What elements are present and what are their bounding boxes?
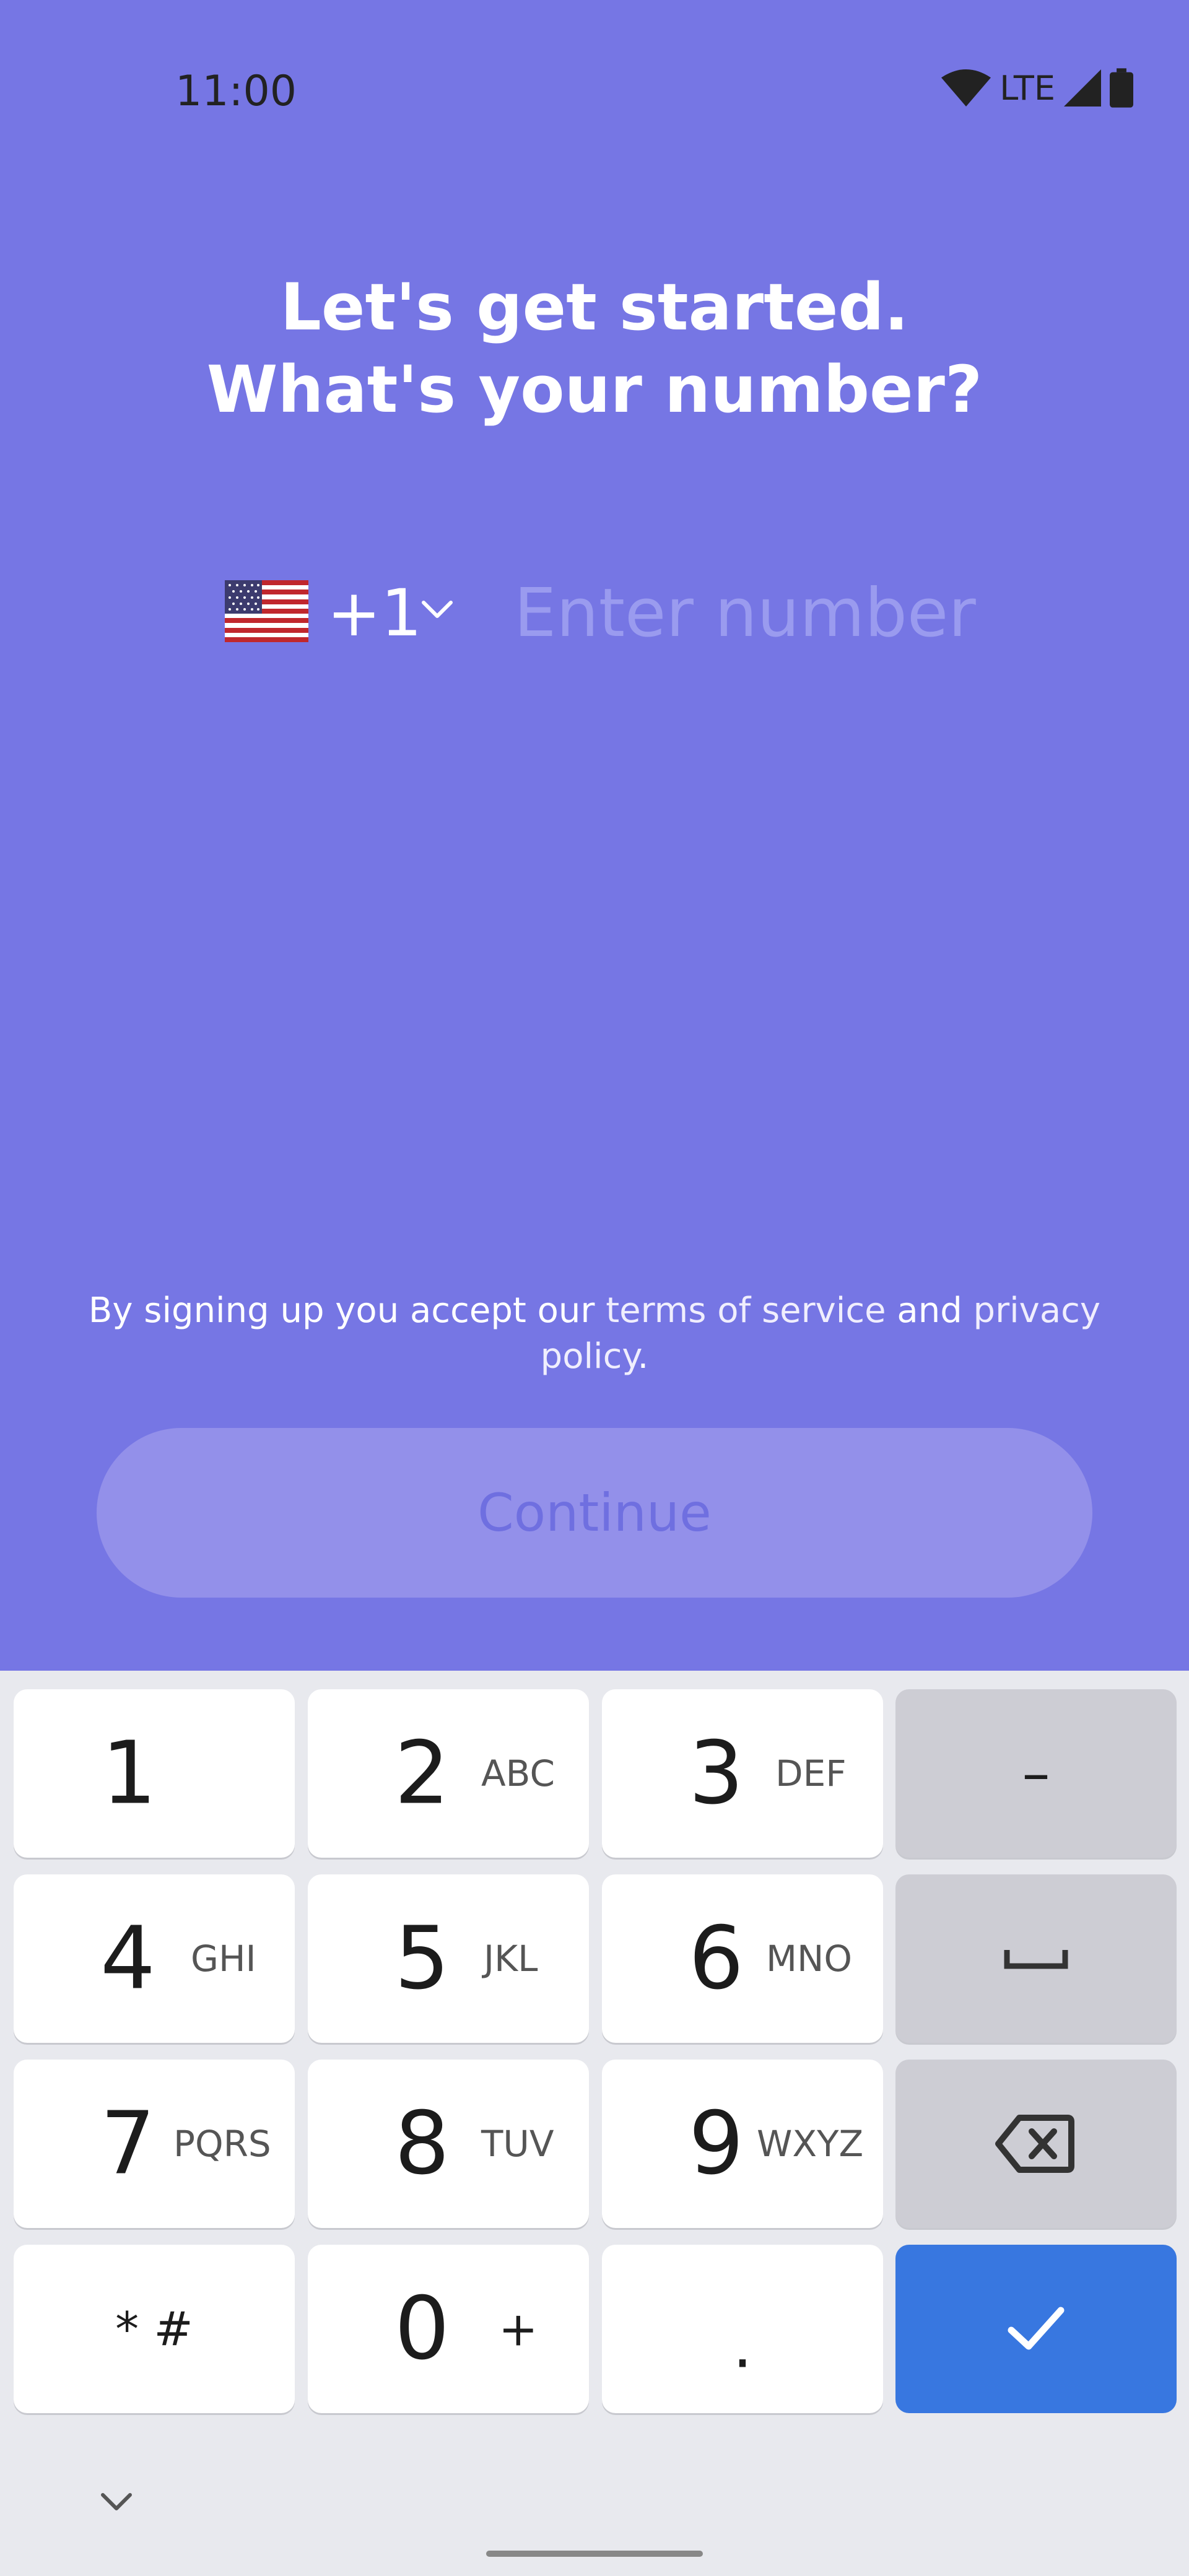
backspace-icon [995,2115,1074,2173]
key-dash[interactable]: – [895,1689,1177,1858]
key-letters: TUV [481,2123,554,2165]
key-letters: DEF [775,1752,847,1795]
signal-icon [1064,69,1101,107]
key-digit: 7 [100,2093,156,2195]
key-digit: 8 [394,2093,450,2195]
key-digit: 5 [394,1908,450,2009]
page-title: Let's get started. What's your number? [0,266,1189,431]
title-line-1: Let's get started. [280,269,909,345]
battery-icon [1110,68,1133,108]
phone-number-input[interactable] [514,576,1071,650]
phone-input-row: +1 [0,573,1189,653]
hide-keyboard-chevron-icon[interactable] [99,2491,134,2513]
key-period[interactable]: . [602,2245,883,2413]
key-0[interactable]: 0 + [308,2245,589,2413]
key-digit: 3 [689,1723,744,1824]
key-letters: JKL [484,1938,538,1980]
key-digit: 9 [689,2093,744,2195]
key-letters: GHI [191,1938,256,1980]
legal-suffix: . [637,1336,649,1377]
space-icon [1004,1950,1068,1969]
network-type: LTE [1000,68,1055,108]
key-star-hash-label: * # [115,2301,193,2357]
status-bar: 11:00 LTE [0,0,1189,116]
key-digit: 1 [102,1723,157,1824]
checkmark-icon [1008,2307,1065,2350]
chevron-down-icon[interactable] [420,598,455,622]
title-line-2: What's your number? [206,352,983,427]
signup-screen: 11:00 LTE Let's get started. What's your… [0,0,1189,1671]
key-letters: + [499,2301,538,2357]
key-2[interactable]: 2 ABC [308,1689,589,1858]
legal-notice: By signing up you accept our terms of se… [87,1288,1102,1380]
legal-middle: and [886,1290,973,1331]
key-letters: MNO [766,1938,853,1980]
key-digit: 6 [689,1908,744,2009]
key-1[interactable]: 1 [14,1689,295,1858]
key-done[interactable] [895,2245,1177,2413]
key-letters: PQRS [173,2123,271,2165]
wifi-icon [941,69,991,107]
clock: 11:00 [175,67,297,116]
key-letters: ABC [481,1752,555,1795]
key-digit: 0 [394,2278,450,2380]
legal-prefix: By signing up you accept our [88,1290,606,1331]
key-7[interactable]: 7 PQRS [14,2060,295,2228]
key-8[interactable]: 8 TUV [308,2060,589,2228]
status-icons: LTE [941,68,1133,108]
key-star-hash[interactable]: * # [14,2245,295,2413]
country-code[interactable]: +1 [327,573,422,653]
key-space[interactable] [895,1874,1177,2043]
key-4[interactable]: 4 GHI [14,1874,295,2043]
numeric-keyboard: 1 2 ABC 3 DEF – 4 GHI 5 JKL 6 MNO 7 PQRS… [0,1671,1189,2576]
key-digit: 2 [394,1723,450,1824]
key-3[interactable]: 3 DEF [602,1689,883,1858]
us-flag-icon[interactable] [225,580,308,642]
key-5[interactable]: 5 JKL [308,1874,589,2043]
key-9[interactable]: 9 WXYZ [602,2060,883,2228]
key-dash-label: – [1022,1741,1050,1806]
key-6[interactable]: 6 MNO [602,1874,883,2043]
key-digit: 4 [100,1908,156,2009]
key-period-label: . [733,2309,752,2382]
key-letters: WXYZ [757,2123,864,2165]
terms-of-service-link[interactable]: terms of service [606,1290,886,1331]
home-indicator[interactable] [486,2551,703,2557]
key-backspace[interactable] [895,2060,1177,2228]
continue-button[interactable]: Continue [97,1428,1092,1598]
